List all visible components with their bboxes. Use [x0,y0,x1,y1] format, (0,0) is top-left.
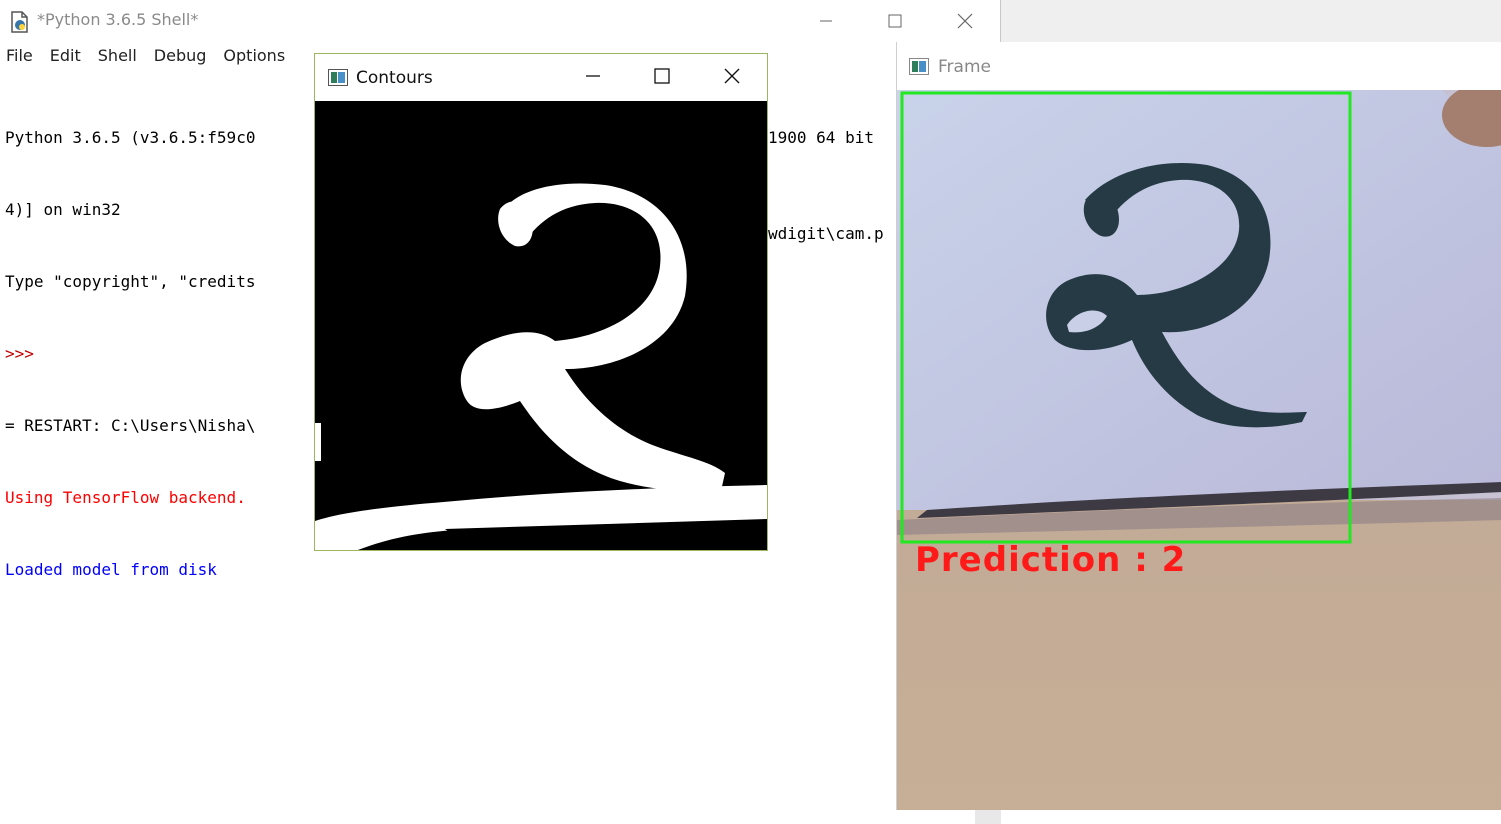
contours-title: Contours [356,68,433,88]
maximize-button[interactable] [627,54,697,101]
shell-menubar: File Edit Shell Debug Options [0,46,296,72]
menu-options[interactable]: Options [217,46,285,72]
contours-titlebar[interactable]: Contours [315,54,767,101]
frame-window: Frame Prediction: 2 [896,42,1501,810]
maximize-button[interactable] [872,0,918,42]
desktop-background [1001,0,1501,42]
shell-line-tail-2: wdigit\cam.p [768,224,884,243]
shell-line: = RESTART: C:\Users\Nisha\ [5,416,256,435]
minimize-button[interactable] [558,54,628,101]
shell-stderr-line: Using TensorFlow backend. [5,488,246,507]
frame-titlebar[interactable]: Frame [897,42,1501,90]
menu-edit[interactable]: Edit [44,46,81,72]
shell-line: 4)] on win32 [5,200,121,219]
close-button[interactable] [697,54,767,101]
contours-window: Contours [314,53,768,551]
close-icon [724,68,740,88]
menu-shell[interactable]: Shell [92,46,137,72]
scrollbar-corner [975,810,1001,824]
shell-output-line: Loaded model from disk [5,560,217,579]
menu-file[interactable]: File [0,46,33,72]
shell-line: Python 3.6.5 (v3.6.5:f59c0 [5,128,256,147]
shell-line-tail: wdigit\cam.p [768,174,884,294]
prediction-label: Prediction : 2 [915,540,1187,580]
shell-line: Type "copyright", "credits [5,272,256,291]
close-button[interactable] [942,0,988,42]
frame-title: Frame [938,57,991,77]
shell-titlebar[interactable]: *Python 3.6.5 Shell* [0,0,1000,42]
opencv-window-icon [909,58,929,79]
minimize-icon [585,68,601,88]
shell-title: *Python 3.6.5 Shell* [37,10,199,29]
maximize-icon [654,67,670,88]
shell-line-tail-1: 1900 64 bit [768,128,874,147]
menu-debug[interactable]: Debug [148,46,207,72]
minimize-button[interactable] [803,0,849,42]
opencv-window-icon [328,69,348,90]
shell-prompt: >>> [5,344,34,363]
python-file-icon [8,10,32,38]
contours-image [315,101,767,550]
webcam-frame-image: Prediction : 2 [897,90,1501,810]
shell-output[interactable]: Python 3.6.5 (v3.6.5:f59c0 4)] on win32 … [5,78,255,630]
